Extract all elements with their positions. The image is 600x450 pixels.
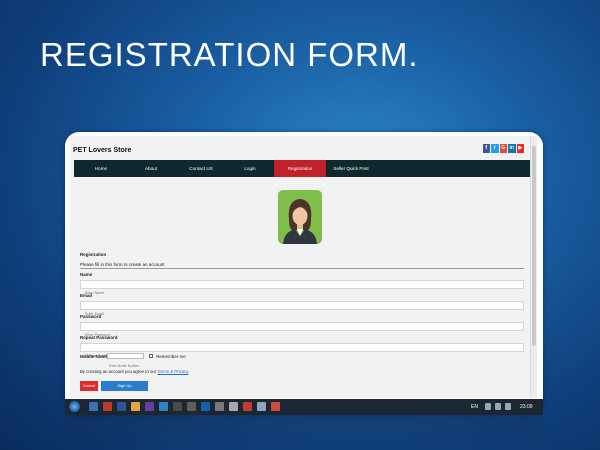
app-icon[interactable] [187,402,196,411]
powerpoint-icon[interactable] [103,402,112,411]
network-icon[interactable] [485,403,491,410]
app-icon[interactable] [257,402,266,411]
twitter-icon[interactable]: t [491,144,499,153]
word-icon[interactable] [117,402,126,411]
repeat-password-label: Repeat Password [80,335,118,340]
remember-me-label: Remember me [156,354,186,359]
mobile-input[interactable] [108,364,143,368]
terms-link[interactable]: Terms & Privacy [157,369,188,374]
nav-item-login[interactable]: Login [226,160,274,177]
cancel-button[interactable]: Cancel [80,381,98,391]
email-input[interactable] [81,310,523,318]
scrollbar[interactable] [530,136,537,398]
nav-item-registration[interactable]: Registration [274,160,326,177]
repeat-password-field[interactable] [80,343,524,360]
app-icon[interactable] [215,402,224,411]
email-field[interactable] [80,301,524,318]
app-icon[interactable] [229,402,238,411]
app-icon[interactable] [173,402,182,411]
app-icon[interactable] [159,402,168,411]
battery-icon[interactable] [505,403,511,410]
terms-prefix: By creating an account you agree to our [80,369,157,374]
nav-item-about[interactable]: About [126,160,176,177]
slide-title: REGISTRATION FORM. [40,36,419,73]
app-icon[interactable] [243,402,252,411]
nav-item-seller-quick-post[interactable]: Seller Quick Post [326,160,376,177]
password-field[interactable] [80,322,524,339]
email-label: Email [80,293,93,298]
browser-viewport: PET Lovers Store f t Gin ▶ Home About Contact… [70,136,530,398]
name-field[interactable] [80,280,524,297]
name-input[interactable] [81,289,523,297]
user-avatar-icon [283,199,317,244]
name-label: Name [80,272,93,277]
linkedin-icon[interactable]: in [508,144,516,153]
social-links: f t Gin ▶ [482,144,524,153]
nav-item-home[interactable]: Home [76,160,126,177]
app-icon[interactable] [271,402,280,411]
facebook-icon[interactable]: f [482,144,490,153]
form-heading: Registration [80,252,107,257]
ie-icon[interactable] [89,402,98,411]
password-input[interactable] [81,331,523,339]
sign-up-button[interactable]: Sign Up [101,381,148,391]
avatar [278,190,322,244]
illustrator-icon[interactable] [131,402,140,411]
windows-taskbar: EN 23:09 [65,399,543,415]
divider [80,268,524,269]
form-subtitle: Please fill in this form to create an ac… [80,262,165,267]
language-indicator[interactable]: EN [471,404,478,410]
remember-me-checkbox[interactable] [149,354,153,358]
repeat-password-input[interactable] [81,352,523,360]
store-title: PET Lovers Store [73,147,132,154]
google-plus-icon[interactable]: G [499,144,507,153]
scrollbar-thumb[interactable] [532,146,536,346]
visual-studio-icon[interactable] [145,402,154,411]
app-icon[interactable] [201,402,210,411]
password-label: Password [80,314,102,319]
youtube-icon[interactable]: ▶ [516,144,524,153]
main-navbar: Home About Contact US Login Registration Sell… [74,160,530,177]
start-button[interactable] [69,401,80,412]
clock: 23:09 [520,404,533,410]
screenshot-frame: PET Lovers Store f t Gin ▶ Home About Contact… [65,132,543,414]
mobile-field[interactable] [107,353,144,368]
volume-icon[interactable] [495,403,501,410]
terms-text: By creating an account you agree to our … [80,369,188,374]
slide-reflection [65,415,543,450]
nav-item-contact-us[interactable]: Contact US [176,160,226,177]
